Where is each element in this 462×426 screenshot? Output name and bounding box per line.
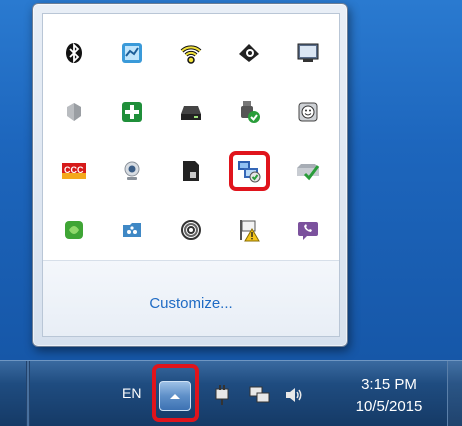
clock-date: 10/5/2015 [355, 398, 423, 415]
spiral-icon[interactable] [176, 215, 206, 245]
volume-icon[interactable] [282, 383, 306, 407]
drive-icon[interactable] [176, 97, 206, 127]
viber-icon[interactable] [293, 215, 323, 245]
svg-text:CCC: CCC [64, 165, 84, 175]
green-app-icon[interactable] [59, 215, 89, 245]
wifi-icon[interactable] [176, 38, 206, 68]
power-plug-icon[interactable] [211, 383, 235, 407]
sim-card-icon[interactable] [176, 156, 206, 186]
show-desktop-button[interactable] [447, 361, 462, 426]
network-monitor-icon[interactable] [117, 38, 147, 68]
taskbar: EN 3:15 PM 10/5/2015 [0, 360, 462, 426]
printer-check-icon[interactable] [293, 156, 323, 186]
customize-link[interactable]: Customize... [43, 295, 339, 312]
highlight-network-connection [229, 151, 270, 191]
bluetooth-icon[interactable] [59, 38, 89, 68]
taskbar-separator [26, 361, 30, 426]
notification-overflow-popup: CCC Customize... [32, 3, 348, 347]
ccc-icon[interactable]: CCC [59, 156, 89, 186]
customize-area: Customize... [43, 261, 339, 336]
usb-safely-remove-icon[interactable] [234, 97, 264, 127]
webcam-icon[interactable] [117, 156, 147, 186]
headset-icon[interactable] [234, 38, 264, 68]
popup-content: CCC Customize... [42, 13, 340, 337]
shield-gray-icon[interactable] [59, 97, 89, 127]
network-share-icon[interactable] [117, 215, 147, 245]
network-icon[interactable] [248, 383, 272, 407]
hidden-icons-grid: CCC [59, 27, 335, 277]
display-icon[interactable] [293, 38, 323, 68]
clock-time: 3:15 PM [361, 376, 417, 393]
language-indicator[interactable]: EN [122, 385, 141, 401]
green-shield-icon[interactable] [117, 97, 147, 127]
highlight-show-hidden-button [152, 364, 199, 422]
smiley-drive-icon[interactable] [293, 97, 323, 127]
clock[interactable]: 3:15 PM 10/5/2015 [343, 375, 435, 416]
action-center-flag-icon[interactable] [234, 215, 264, 245]
